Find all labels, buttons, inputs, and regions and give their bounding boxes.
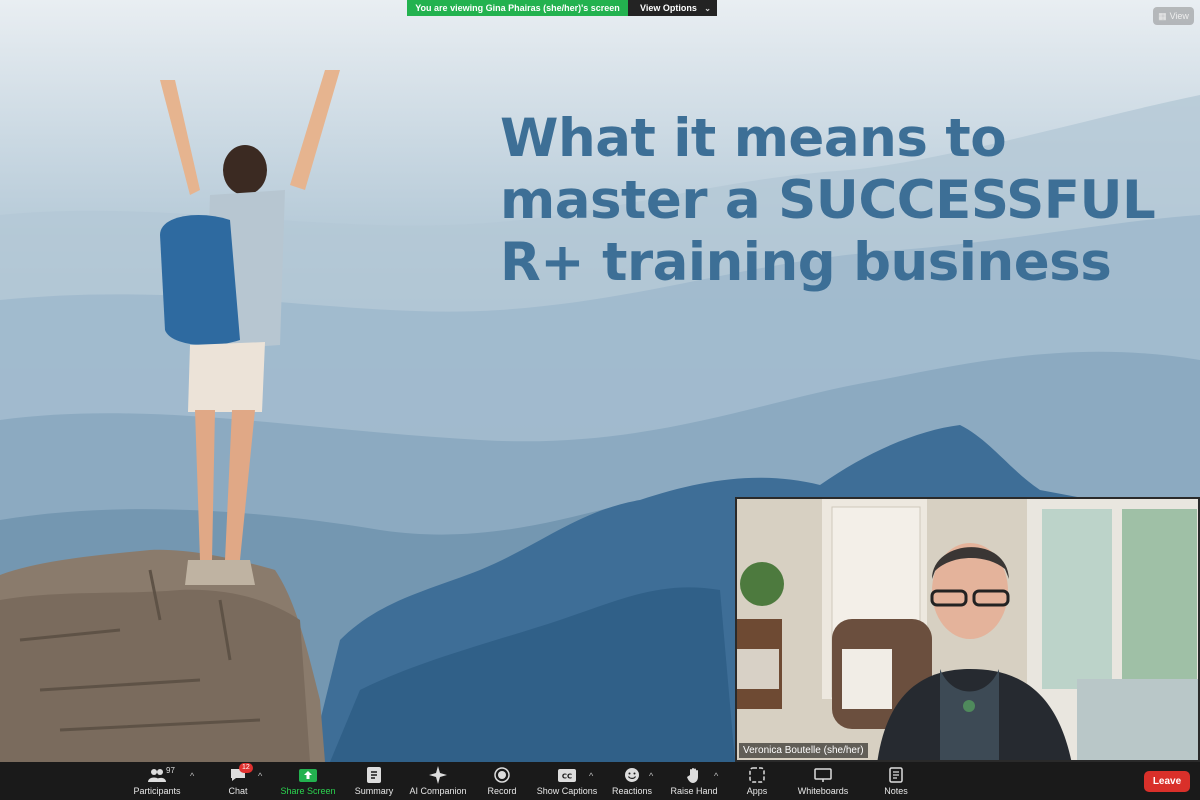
show-captions-button[interactable]: CC Show Captions [536,762,598,800]
apps-icon [749,767,765,783]
view-options-label: View Options [640,3,697,13]
slide-title-line-2: master a SUCCESSFUL [500,170,1156,231]
chat-caret-icon[interactable]: ^ [258,771,262,781]
chat-button[interactable]: 12 Chat [220,762,256,800]
record-label: Record [487,786,517,796]
whiteboards-button[interactable]: Whiteboards [792,762,854,800]
slide-title-line-3: R+ training business [500,232,1112,293]
participants-button[interactable]: 97 Participants [128,762,186,800]
view-button-label: View [1169,11,1189,21]
reactions-label: Reactions [611,786,653,796]
participant-count: 97 [166,766,175,775]
raise-hand-button[interactable]: Raise Hand [668,762,720,800]
sparkle-icon [429,766,447,784]
apps-label: Apps [746,786,768,796]
view-button[interactable]: ▦ View [1153,7,1194,25]
participant-video-tile[interactable]: Veronica Boutelle (she/her) [735,497,1200,762]
chat-label: Chat [228,786,248,796]
slide-title-line-1: What it means to [500,108,1007,169]
ai-companion-label: AI Companion [409,786,467,796]
raise-hand-label: Raise Hand [670,786,718,796]
share-screen-label: Share Screen [280,786,336,796]
record-icon [494,767,510,783]
leave-button[interactable]: Leave [1144,771,1190,792]
chevron-down-icon: ⌄ [704,3,711,13]
hand-icon [687,768,698,783]
summary-label: Summary [354,786,394,796]
record-button[interactable]: Record [482,762,522,800]
participants-caret-icon[interactable]: ^ [190,771,194,781]
whiteboards-label: Whiteboards [797,786,849,796]
notes-label: Notes [884,786,908,796]
whiteboard-icon [814,768,832,782]
captions-caret-icon[interactable]: ^ [589,771,593,781]
slide-title: What it means to master a SUCCESSFUL R+ … [500,108,1156,294]
raise-hand-caret-icon[interactable]: ^ [714,771,718,781]
notes-button[interactable]: Notes [876,762,916,800]
share-screen-button[interactable]: Share Screen [278,762,338,800]
participant-name-tag: Veronica Boutelle (she/her) [739,743,868,758]
view-options-button[interactable]: View Options ⌄ [628,0,717,16]
viewing-notice: You are viewing Gina Phairas (she/her)'s… [407,0,628,16]
share-screen-icon [299,768,317,782]
participant-video [737,499,1198,760]
summary-button[interactable]: Summary [350,762,398,800]
participants-icon [148,769,166,782]
chat-unread-badge: 12 [239,763,253,773]
participants-label: Participants [133,786,181,796]
apps-button[interactable]: Apps [740,762,774,800]
reactions-caret-icon[interactable]: ^ [649,771,653,781]
show-captions-label: Show Captions [536,786,598,796]
svg-text:CC: CC [562,772,572,780]
summary-icon [367,767,381,783]
screen-share-banner: You are viewing Gina Phairas (she/her)'s… [407,0,717,16]
captions-icon: CC [558,768,576,782]
reactions-button[interactable]: Reactions [610,762,654,800]
meeting-toolbar: 97 Participants ^ 12 Chat ^ Share Screen [0,762,1200,800]
grid-icon: ▦ [1158,10,1167,21]
ai-companion-button[interactable]: AI Companion [406,762,470,800]
notes-icon [889,767,903,783]
smile-icon [625,768,639,782]
